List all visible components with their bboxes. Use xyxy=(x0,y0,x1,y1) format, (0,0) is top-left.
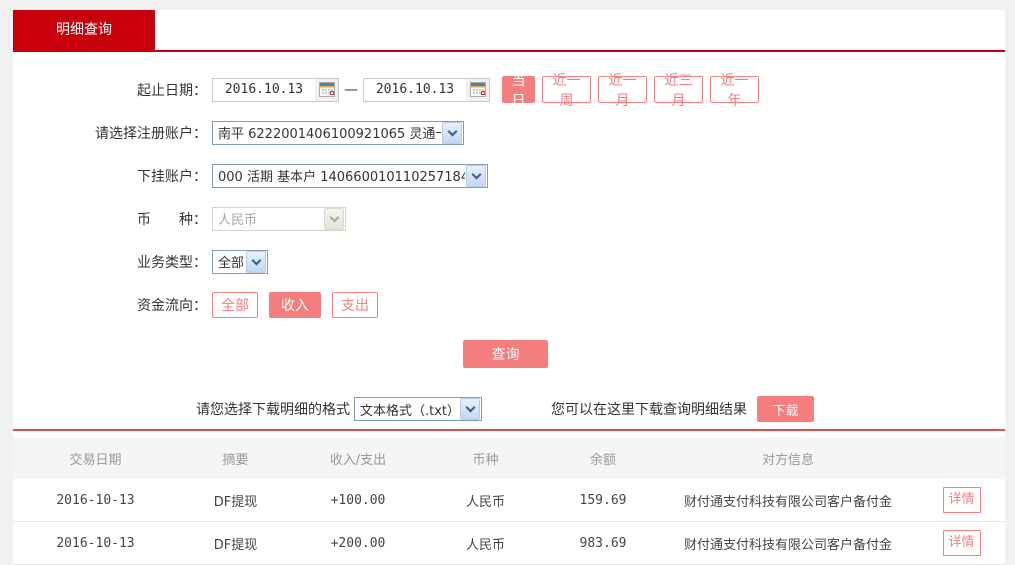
download-format-select[interactable]: 文本格式（.txt） xyxy=(354,397,482,421)
cell-amount: +200.00 xyxy=(293,521,423,565)
transaction-table: 交易日期 摘要 收入/支出 币种 余额 对方信息 2016-10-13 DF提现… xyxy=(13,437,1005,565)
download-hint: 您可以在这里下载查询明细结果 xyxy=(551,402,747,418)
cell-amount: +100.00 xyxy=(293,479,423,522)
cell-action: 详情 xyxy=(918,479,1005,522)
chevron-down-icon xyxy=(460,398,480,420)
business-type-select[interactable]: 全部 xyxy=(212,249,268,274)
register-account-select[interactable]: 南平 6222001406100921065 灵通卡 xyxy=(212,120,464,145)
cell-balance: 983.69 xyxy=(548,521,658,565)
currency-label: 币 种： xyxy=(137,211,207,228)
cell-balance: 159.69 xyxy=(548,479,658,522)
start-date-value: 2016.10.13 xyxy=(224,82,304,97)
cell-trade-date: 2016-10-13 xyxy=(13,479,178,522)
start-date-input[interactable]: 2016.10.13 xyxy=(212,77,339,102)
download-format-value: 文本格式（.txt） xyxy=(360,403,459,419)
fund-direction-label: 资金流向： xyxy=(137,297,207,314)
quick-range-month-button[interactable]: 近一月 xyxy=(598,72,647,108)
cell-currency: 人民币 xyxy=(423,521,548,565)
header-balance: 余额 xyxy=(548,437,658,479)
end-date-value: 2016.10.13 xyxy=(375,82,455,97)
register-account-value: 南平 6222001406100921065 灵通卡 xyxy=(218,127,441,142)
quick-range-today-button[interactable]: 当日 xyxy=(502,72,535,108)
quick-range-quarter-button[interactable]: 近三月 xyxy=(654,72,703,108)
business-type-value: 全部 xyxy=(218,256,245,271)
currency-row: 币 种： 人民币 xyxy=(13,205,1005,232)
header-counterparty: 对方信息 xyxy=(658,437,918,479)
cell-summary: DF提现 xyxy=(178,479,293,522)
header-action xyxy=(918,437,1005,479)
tab-bar: 明细查询 xyxy=(13,10,1005,52)
download-button[interactable]: 下载 xyxy=(757,396,814,422)
currency-select: 人民币 xyxy=(212,206,346,231)
download-format-label: 请您选择下载明细的格式 xyxy=(196,402,350,418)
cell-summary: DF提现 xyxy=(178,521,293,565)
register-account-label: 请选择注册账户： xyxy=(95,125,207,142)
header-trade-date: 交易日期 xyxy=(13,437,178,479)
date-range-separator: — xyxy=(344,81,358,98)
currency-value: 人民币 xyxy=(218,213,258,228)
cell-action: 详情 xyxy=(918,521,1005,565)
sub-account-value: 000 活期 基本户 1406600101102571848 xyxy=(218,170,465,185)
download-row: 请您选择下载明细的格式 文本格式（.txt） 您可以在这里下载查询明细结果 下载 xyxy=(13,396,1005,422)
date-range-row: 起止日期： 2016.10.13 — 2016.10.13 当日 近一周 近一月… xyxy=(13,72,1005,108)
query-button[interactable]: 查询 xyxy=(463,340,548,368)
chevron-down-icon xyxy=(246,250,266,273)
chevron-down-icon xyxy=(324,207,344,230)
calendar-icon[interactable] xyxy=(315,78,338,101)
quick-range-week-button[interactable]: 近一周 xyxy=(542,72,591,108)
chevron-down-icon xyxy=(442,121,462,144)
fund-direction-row: 资金流向： 全部 收入 支出 xyxy=(13,291,1005,318)
cell-counterparty: 财付通支付科技有限公司客户备付金 xyxy=(658,521,918,565)
sub-account-row: 下挂账户： 000 活期 基本户 1406600101102571848 xyxy=(13,162,1005,189)
date-range-label: 起止日期： xyxy=(137,82,207,99)
chevron-down-icon xyxy=(466,164,486,187)
register-account-row: 请选择注册账户： 南平 6222001406100921065 灵通卡 xyxy=(13,119,1005,146)
business-type-row: 业务类型： 全部 xyxy=(13,248,1005,275)
end-date-input[interactable]: 2016.10.13 xyxy=(363,77,490,102)
cell-counterparty: 财付通支付科技有限公司客户备付金 xyxy=(658,479,918,522)
table-top-divider xyxy=(13,429,1005,431)
header-currency: 币种 xyxy=(423,437,548,479)
fund-direction-expense-button[interactable]: 支出 xyxy=(332,291,378,318)
table-row: 2016-10-13 DF提现 +100.00 人民币 159.69 财付通支付… xyxy=(13,479,1005,522)
query-form: 起止日期： 2016.10.13 — 2016.10.13 当日 近一周 近一月… xyxy=(13,52,1005,422)
business-type-label: 业务类型： xyxy=(137,254,207,271)
tab-detail-query[interactable]: 明细查询 xyxy=(13,10,155,50)
detail-button[interactable]: 详情 xyxy=(942,487,981,513)
fund-direction-all-button[interactable]: 全部 xyxy=(212,291,258,318)
sub-account-label: 下挂账户： xyxy=(137,168,207,185)
detail-button[interactable]: 详情 xyxy=(942,530,981,556)
sub-account-select[interactable]: 000 活期 基本户 1406600101102571848 xyxy=(212,163,488,188)
header-amount: 收入/支出 xyxy=(293,437,423,479)
cell-currency: 人民币 xyxy=(423,479,548,522)
table-row: 2016-10-13 DF提现 +200.00 人民币 983.69 财付通支付… xyxy=(13,521,1005,565)
table-header-row: 交易日期 摘要 收入/支出 币种 余额 对方信息 xyxy=(13,437,1005,479)
content-panel: 明细查询 起止日期： 2016.10.13 — 2016.10.13 当日 近一… xyxy=(13,10,1005,565)
cell-trade-date: 2016-10-13 xyxy=(13,521,178,565)
quick-range-year-button[interactable]: 近一年 xyxy=(710,72,759,108)
fund-direction-income-button[interactable]: 收入 xyxy=(269,291,321,318)
calendar-icon[interactable] xyxy=(466,78,489,101)
detail-query-page: 明细查询 起止日期： 2016.10.13 — 2016.10.13 当日 近一… xyxy=(0,0,1015,565)
header-summary: 摘要 xyxy=(178,437,293,479)
query-row: 查询 xyxy=(13,340,1005,368)
